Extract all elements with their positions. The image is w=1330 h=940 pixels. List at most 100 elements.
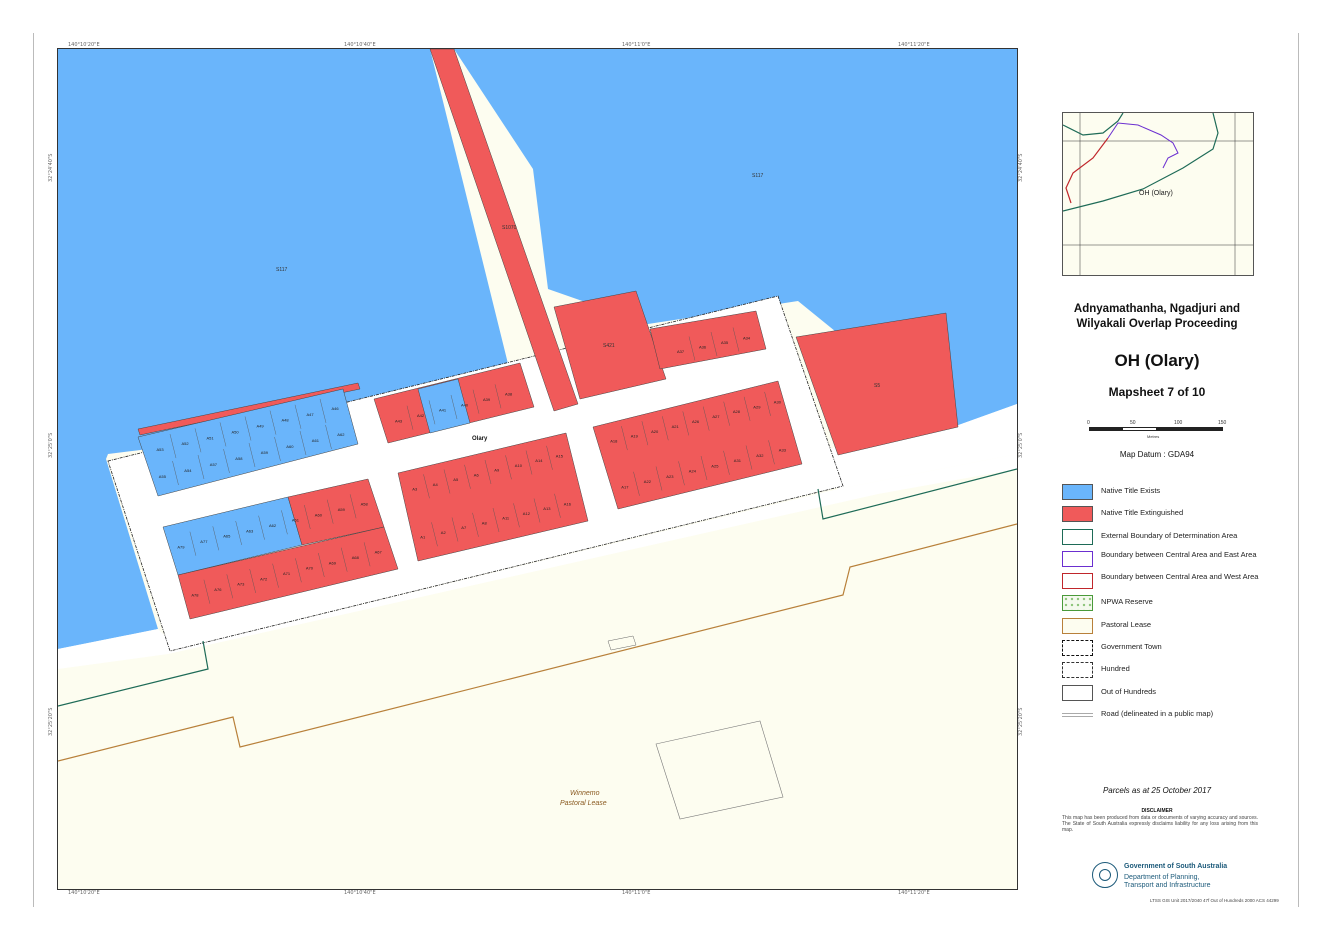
allotment-label: A41 bbox=[439, 408, 447, 413]
allotment-label: A8 bbox=[482, 520, 488, 525]
legend-item-east-boundary: Boundary between Central Area and East A… bbox=[1062, 550, 1262, 569]
label-corridor: S1070 bbox=[502, 225, 517, 231]
title-line-1: Adnyamathanha, Ngadjuri and bbox=[1073, 303, 1241, 315]
allotment-label: A60 bbox=[315, 512, 323, 517]
allotment-label: A28 bbox=[733, 409, 741, 414]
allotment-label: A27 bbox=[712, 414, 720, 419]
brown-outline-swatch bbox=[1062, 617, 1093, 634]
allotment-label: A58 bbox=[361, 502, 369, 507]
scale-bar bbox=[1089, 427, 1223, 431]
allotment-label: A60 bbox=[286, 444, 294, 449]
coord-right-3: 32°25'20"S bbox=[1018, 707, 1024, 736]
legend-item-pastoral-lease: Pastoral Lease bbox=[1062, 617, 1262, 636]
allotment-label: A24 bbox=[689, 469, 697, 474]
label-s117-east: S117 bbox=[752, 173, 764, 179]
allotment-label: A5 bbox=[453, 477, 459, 482]
legend-item-npwa-reserve: NPWA Reserve bbox=[1062, 595, 1262, 613]
legend-item-government-town: Government Town bbox=[1062, 640, 1262, 658]
allotment-label: A42 bbox=[417, 413, 425, 418]
allotment-label: A70 bbox=[306, 566, 314, 571]
allotment-label: A54 bbox=[184, 468, 192, 473]
logo-department-2: Transport and Infrastructure bbox=[1124, 882, 1211, 889]
legend-item-native-title-extinguished: Native Title Extinguished bbox=[1062, 506, 1262, 524]
allotment-label: A15 bbox=[556, 453, 564, 458]
allotment-label: A14 bbox=[535, 458, 543, 463]
legend-item-west-boundary: Boundary between Central Area and West A… bbox=[1062, 573, 1262, 591]
allotment-label: A76 bbox=[214, 587, 222, 592]
legend-item-hundred: Hundred bbox=[1062, 662, 1262, 680]
legend-item-road: Road (delineated in a public map) bbox=[1062, 707, 1262, 725]
allotment-label: A33 bbox=[779, 448, 787, 453]
allotment-label: A4 bbox=[433, 482, 439, 487]
allotment-label: A21 bbox=[672, 424, 680, 429]
allotment-label: A61 bbox=[292, 518, 300, 523]
allotment-label: A30 bbox=[774, 399, 782, 404]
allotment-label: A73 bbox=[237, 582, 245, 587]
allotment-label: A38 bbox=[505, 392, 513, 397]
inset-map[interactable]: OH (Olary) bbox=[1062, 112, 1254, 276]
allotment-label: A46 bbox=[332, 406, 340, 411]
allotment-label: A2 bbox=[441, 530, 447, 535]
allotment-label: A6 bbox=[474, 472, 480, 477]
red-outline-swatch bbox=[1062, 573, 1093, 590]
allotment-label: A51 bbox=[207, 435, 215, 440]
grey-outline-swatch bbox=[1062, 684, 1093, 701]
scale-tick-100: 100 bbox=[1174, 420, 1183, 426]
allotment-label: A77 bbox=[200, 539, 208, 544]
allotment-label: A1 bbox=[420, 535, 426, 540]
green-outline-swatch bbox=[1062, 528, 1093, 545]
logo-org: Government of South Australia bbox=[1124, 863, 1228, 870]
allotment-label: A22 bbox=[644, 479, 652, 484]
allotment-label: A35 bbox=[721, 340, 729, 345]
map-datum: Map Datum : GDA94 bbox=[1119, 450, 1195, 459]
label-pastoral-name: Winnemo bbox=[570, 790, 600, 797]
double-line-swatch bbox=[1062, 712, 1093, 717]
allotment-label: A13 bbox=[543, 506, 551, 511]
allotment-label: A7 bbox=[461, 525, 467, 530]
government-logo bbox=[1092, 862, 1118, 888]
allotment-label: A57 bbox=[210, 462, 218, 467]
allotment-label: A3 bbox=[412, 487, 418, 492]
allotment-label: A16 bbox=[564, 501, 572, 506]
coord-right-2: 32°25'0"S bbox=[1018, 432, 1024, 458]
allotment-label: A40 bbox=[461, 402, 469, 407]
title-line-2: Wilyakali Overlap Proceeding bbox=[1076, 318, 1238, 330]
allotment-label: A71 bbox=[283, 571, 291, 576]
disclaimer-heading: DISCLAIMER bbox=[1141, 808, 1173, 814]
main-map[interactable]: S117 S117 S1070 S421 S5 Olary Winnemo Pa… bbox=[57, 48, 1018, 890]
legend-item-out-of-hundreds: Out of Hundreds bbox=[1062, 684, 1262, 703]
allotment-label: A65 bbox=[223, 534, 231, 539]
allotment-label: A63 bbox=[246, 528, 254, 533]
parcels-note: Parcels as at 25 October 2017 bbox=[1102, 786, 1212, 795]
red-fill-swatch bbox=[1062, 506, 1093, 523]
allotment-label: A10 bbox=[515, 463, 523, 468]
scale-tick-150: 150 bbox=[1218, 420, 1227, 426]
dash-dot-swatch bbox=[1062, 640, 1093, 657]
coord-left-1: 32°24'40"S bbox=[48, 153, 54, 182]
label-s5: S5 bbox=[874, 383, 880, 389]
allotment-label: A59 bbox=[338, 507, 346, 512]
allotment-label: A9 bbox=[494, 468, 500, 473]
allotment-label: A52 bbox=[182, 441, 190, 446]
green-dotted-swatch bbox=[1062, 595, 1093, 612]
allotment-label: A11 bbox=[502, 516, 510, 521]
scale-tick-50: 50 bbox=[1130, 420, 1136, 426]
coord-bottom-2: 140°10'40"E bbox=[344, 890, 376, 896]
scale-unit: Metres bbox=[1147, 434, 1160, 439]
allotment-label: A17 bbox=[621, 484, 629, 489]
allotment-label: A67 bbox=[375, 550, 383, 555]
allotment-label: A79 bbox=[177, 544, 185, 549]
allotment-label: A49 bbox=[257, 424, 265, 429]
allotment-label: A68 bbox=[352, 555, 360, 560]
coord-left-2: 32°25'0"S bbox=[48, 432, 54, 458]
allotment-label: A72 bbox=[260, 576, 268, 581]
mapsheet-title: Mapsheet 7 of 10 bbox=[1108, 385, 1206, 399]
allotment-label: A39 bbox=[483, 397, 491, 402]
allotment-label: A19 bbox=[631, 434, 639, 439]
allotment-label: A78 bbox=[191, 592, 199, 597]
label-s421: S421 bbox=[603, 343, 615, 349]
allotment-label: A61 bbox=[312, 438, 320, 443]
allotment-label: A32 bbox=[756, 453, 764, 458]
legend-item-external-boundary: External Boundary of Determination Area bbox=[1062, 528, 1262, 547]
allotment-label: A31 bbox=[734, 458, 742, 463]
